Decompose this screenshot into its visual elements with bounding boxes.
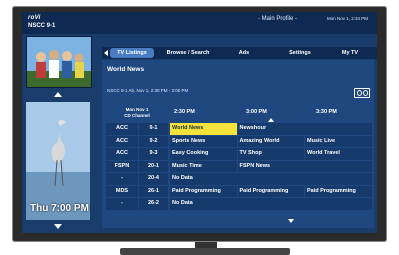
channel-name[interactable]: ACC — [106, 123, 138, 135]
channel-number[interactable]: 9-2 — [139, 135, 168, 147]
channel-name[interactable]: - — [106, 173, 138, 185]
program-cell[interactable]: Newshour — [237, 123, 372, 135]
program-cell[interactable]: Music Live — [305, 135, 372, 147]
current-channel: NSCC 9-1 — [28, 23, 56, 29]
program-cell[interactable]: Easy Cooking — [170, 148, 237, 160]
tab-browse-search[interactable]: Browse / Search — [162, 48, 214, 58]
closed-caption-icon — [354, 88, 370, 98]
time-slot-1: 2:30 PM — [174, 109, 195, 115]
guide-rows: ACC 9-1 World News Newshour ACC 9-2 Sports New… — [106, 123, 372, 211]
rovi-logo: roVi — [28, 15, 41, 21]
program-cell[interactable]: World News — [170, 123, 237, 135]
guide-row: -26-2 No Data — [106, 198, 372, 210]
program-cell[interactable]: No Data — [170, 173, 372, 185]
tab-ads[interactable]: Ads — [230, 48, 258, 58]
channel-number[interactable]: 26-1 — [139, 185, 168, 197]
channel-number[interactable]: 20-4 — [139, 173, 168, 185]
promo-ad[interactable]: Thu 7:00 PM — [26, 102, 90, 220]
program-cell[interactable]: Sports News — [170, 135, 237, 147]
guide-row: -20-4 No Data — [106, 173, 372, 185]
channel-number[interactable]: 9-3 — [139, 148, 168, 160]
program-cell[interactable]: No Data — [170, 198, 372, 210]
tab-settings[interactable]: Settings — [280, 48, 320, 58]
scroll-up-icon[interactable] — [54, 92, 62, 97]
grid-header: Mon Nov 1 CD Channel 2:30 PM 3:00 PM 3:3… — [106, 107, 370, 121]
program-cell[interactable]: World Travel — [305, 148, 372, 160]
channel-name[interactable]: ACC — [106, 148, 138, 160]
grid-date-line2: CD Channel — [124, 113, 150, 118]
time-slot-2: 3:00 PM — [246, 109, 267, 115]
channel-name[interactable]: - — [106, 198, 138, 210]
channel-number[interactable]: 26-2 — [139, 198, 168, 210]
scroll-down-icon[interactable] — [54, 224, 62, 229]
channel-name[interactable]: MDS — [106, 185, 138, 197]
program-cell[interactable]: TV Shop — [237, 148, 304, 160]
guide-row: ACC 9-2 Sports News Amazing World Music Live — [106, 135, 372, 147]
tab-prev-arrow-icon[interactable] — [104, 50, 108, 56]
program-cell[interactable]: Paid Programming — [305, 185, 372, 197]
top-bar: roVi NSCC 9-1 - Main Profile - Mon Nov 1… — [22, 12, 377, 34]
channel-name[interactable]: ACC — [106, 135, 138, 147]
guide-panel: World News NSCC 9-1 Ab, Nov 1, 2:30 PM -… — [102, 60, 374, 228]
program-meta: NSCC 9-1 Ab, Nov 1, 2:30 PM - 3:00 PM — [107, 88, 189, 93]
promo-time-text: Thu 7:00 PM — [30, 203, 89, 214]
channel-number[interactable]: 9-1 — [139, 123, 168, 135]
grid-date-header: Mon Nov 1 CD Channel — [106, 107, 168, 121]
program-cell[interactable]: FSPN News — [237, 160, 372, 172]
program-cell[interactable]: Music Time — [170, 160, 237, 172]
guide-row: ACC 9-1 World News Newshour — [106, 123, 372, 135]
channel-name[interactable]: FSPN — [106, 160, 138, 172]
program-cell[interactable]: Paid Programming — [237, 185, 304, 197]
guide-row: ACC 9-3 Easy Cooking TV Shop World Travel — [106, 148, 372, 160]
program-cell[interactable]: Paid Programming — [170, 185, 237, 197]
time-slot-3: 3:30 PM — [316, 109, 337, 115]
guide-row: MDS 26-1 Paid Programming Paid Programming P… — [106, 185, 372, 197]
grid-scroll-up-icon[interactable] — [268, 118, 274, 122]
live-tv-thumbnail[interactable] — [26, 36, 92, 88]
tv-stand-base — [120, 248, 290, 255]
guide-row: FSPN 20-1 Music Time FSPN News — [106, 160, 372, 172]
program-title: World News — [107, 66, 145, 73]
current-datetime: Mon Nov 1, 2:34 PM — [327, 16, 369, 21]
tab-my-tv[interactable]: My TV — [334, 48, 366, 58]
tv-screen: roVi NSCC 9-1 - Main Profile - Mon Nov 1… — [22, 12, 377, 233]
profile-selector[interactable]: - Main Profile - — [258, 16, 297, 22]
tv-frame: roVi NSCC 9-1 - Main Profile - Mon Nov 1… — [0, 0, 399, 255]
channel-number[interactable]: 20-1 — [139, 160, 168, 172]
family-photo-image — [27, 37, 91, 87]
grid-scroll-down-icon[interactable] — [288, 219, 294, 223]
main-tabs: TV Listings Browse / Search Ads Settings… — [102, 47, 377, 59]
tab-tv-listings[interactable]: TV Listings — [110, 48, 154, 58]
program-cell[interactable]: Amazing World — [237, 135, 304, 147]
